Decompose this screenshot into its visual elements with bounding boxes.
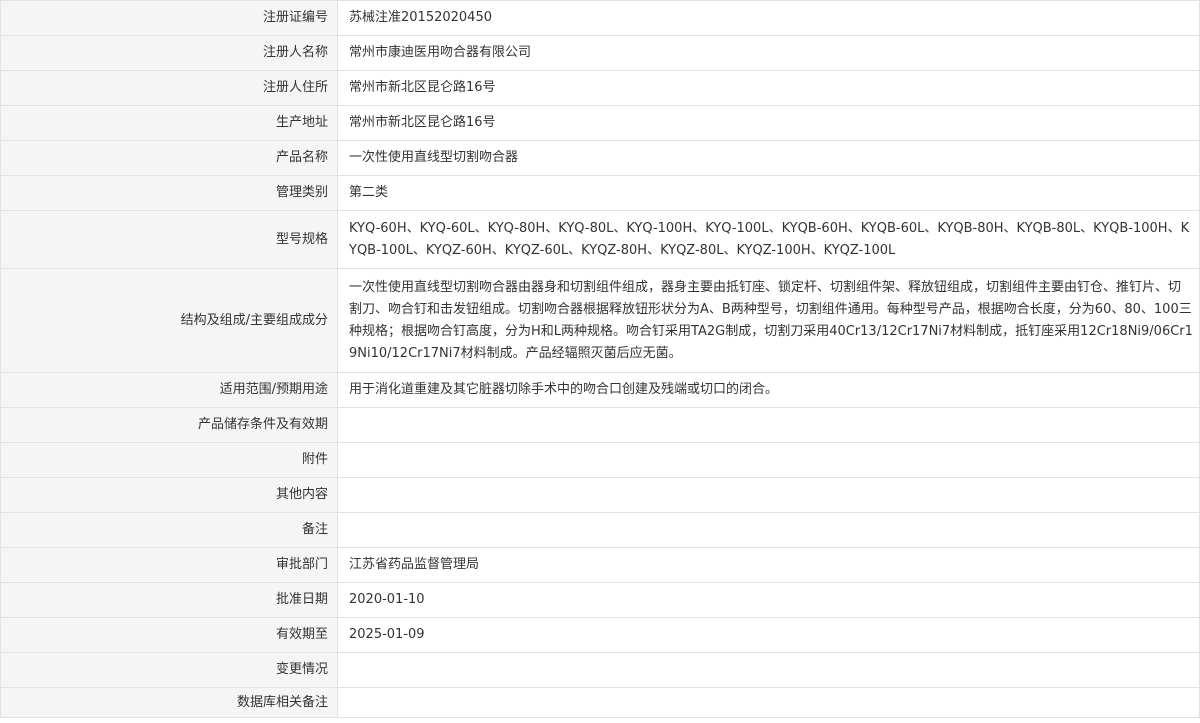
row-label: 产品储存条件及有效期 <box>0 407 338 443</box>
row-label: 其他内容 <box>0 477 338 513</box>
table-row: 变更情况 <box>0 652 1200 688</box>
row-value: 一次性使用直线型切割吻合器由器身和切割组件组成，器身主要由抵钉座、锁定杆、切割组… <box>337 268 1200 373</box>
table-row: 产品名称 一次性使用直线型切割吻合器 <box>0 140 1200 176</box>
table-row: 产品储存条件及有效期 <box>0 407 1200 443</box>
row-label: 审批部门 <box>0 547 338 583</box>
table-row: 批准日期 2020-01-10 <box>0 582 1200 618</box>
table-row: 结构及组成/主要组成成分 一次性使用直线型切割吻合器由器身和切割组件组成，器身主… <box>0 268 1200 373</box>
table-row: 管理类别 第二类 <box>0 175 1200 211</box>
row-label: 注册证编号 <box>0 0 338 36</box>
row-value: 江苏省药品监督管理局 <box>337 547 1200 583</box>
table-row: 其他内容 <box>0 477 1200 513</box>
row-value: 苏械注准20152020450 <box>337 0 1200 36</box>
row-value <box>337 442 1200 478</box>
row-value: 第二类 <box>337 175 1200 211</box>
row-value <box>337 652 1200 688</box>
table-row: 注册人名称 常州市康迪医用吻合器有限公司 <box>0 35 1200 71</box>
row-value: 常州市新北区昆仑路16号 <box>337 105 1200 141</box>
row-value: 常州市康迪医用吻合器有限公司 <box>337 35 1200 71</box>
row-label: 注册人住所 <box>0 70 338 106</box>
table-row: 备注 <box>0 512 1200 548</box>
row-label: 注册人名称 <box>0 35 338 71</box>
row-label: 备注 <box>0 512 338 548</box>
row-label: 变更情况 <box>0 652 338 688</box>
row-value: 2025-01-09 <box>337 617 1200 653</box>
table-row: 审批部门 江苏省药品监督管理局 <box>0 547 1200 583</box>
table-row: 型号规格 KYQ-60H、KYQ-60L、KYQ-80H、KYQ-80L、KYQ… <box>0 210 1200 269</box>
table-row: 注册证编号 苏械注准20152020450 <box>0 0 1200 36</box>
row-label: 产品名称 <box>0 140 338 176</box>
row-value: 一次性使用直线型切割吻合器 <box>337 140 1200 176</box>
detail-table-body: 注册证编号 苏械注准20152020450 注册人名称 常州市康迪医用吻合器有限… <box>0 0 1200 718</box>
row-label: 有效期至 <box>0 617 338 653</box>
row-label: 型号规格 <box>0 210 338 269</box>
table-row: 附件 <box>0 442 1200 478</box>
table-row: 适用范围/预期用途 用于消化道重建及其它脏器切除手术中的吻合口创建及残端或切口的… <box>0 372 1200 408</box>
row-value <box>337 512 1200 548</box>
row-label: 附件 <box>0 442 338 478</box>
row-label: 适用范围/预期用途 <box>0 372 338 408</box>
row-label: 批准日期 <box>0 582 338 618</box>
row-label: 数据库相关备注 <box>0 687 338 718</box>
table-row: 数据库相关备注 <box>0 687 1200 718</box>
row-value <box>337 407 1200 443</box>
row-value: 用于消化道重建及其它脏器切除手术中的吻合口创建及残端或切口的闭合。 <box>337 372 1200 408</box>
row-value: KYQ-60H、KYQ-60L、KYQ-80H、KYQ-80L、KYQ-100H… <box>337 210 1200 269</box>
row-label: 结构及组成/主要组成成分 <box>0 268 338 373</box>
row-label: 生产地址 <box>0 105 338 141</box>
registration-detail-table: 注册证编号 苏械注准20152020450 注册人名称 常州市康迪医用吻合器有限… <box>0 0 1200 718</box>
table-row: 生产地址 常州市新北区昆仑路16号 <box>0 105 1200 141</box>
row-label: 管理类别 <box>0 175 338 211</box>
table-row: 有效期至 2025-01-09 <box>0 617 1200 653</box>
table-row: 注册人住所 常州市新北区昆仑路16号 <box>0 70 1200 106</box>
row-value <box>337 687 1200 718</box>
row-value: 2020-01-10 <box>337 582 1200 618</box>
row-value <box>337 477 1200 513</box>
row-value: 常州市新北区昆仑路16号 <box>337 70 1200 106</box>
